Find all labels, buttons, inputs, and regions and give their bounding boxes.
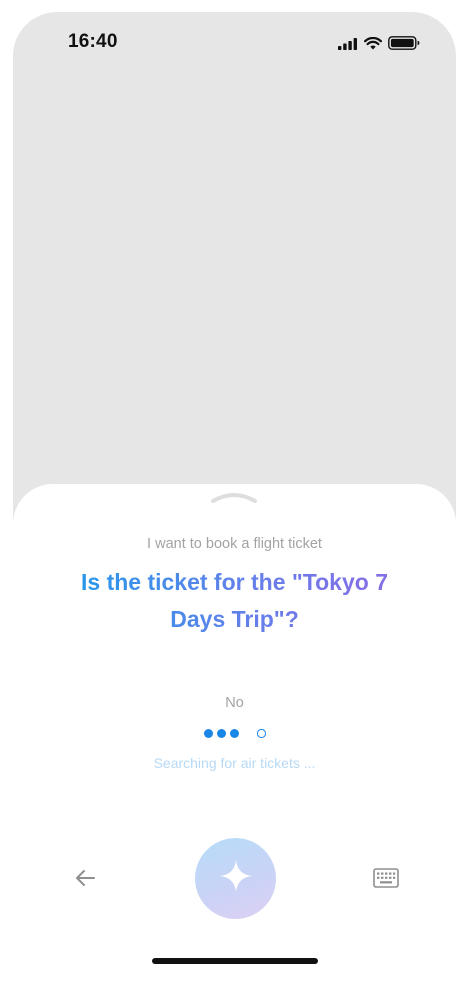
progress-dots xyxy=(204,728,274,740)
user-prompt: I want to book a flight ticket xyxy=(147,536,322,552)
user-answer: No xyxy=(225,695,244,711)
arrow-left-icon xyxy=(74,869,96,892)
sheet-handle[interactable] xyxy=(210,490,258,504)
search-status: Searching for air tickets ... xyxy=(153,755,316,771)
progress-dot-empty xyxy=(257,729,266,738)
assistant-question: Is the ticket for the "Tokyo 7 Days Trip… xyxy=(53,564,416,638)
progress-dot xyxy=(217,729,226,738)
status-time: 16:40 xyxy=(68,31,118,52)
cellular-signal-icon xyxy=(338,37,358,55)
home-indicator[interactable] xyxy=(152,958,318,964)
ai-assistant-button[interactable] xyxy=(195,838,276,919)
keyboard-icon xyxy=(373,867,399,893)
battery-icon xyxy=(388,36,420,55)
status-bar: 16:40 xyxy=(13,12,456,72)
phone-screen: 16:40 I want to book a flight ticket Is … xyxy=(13,12,456,983)
progress-dot xyxy=(204,729,213,738)
wifi-icon xyxy=(364,36,382,55)
status-icons xyxy=(338,36,420,55)
progress-dot xyxy=(230,729,239,738)
keyboard-button[interactable] xyxy=(371,865,401,895)
assistant-sheet: I want to book a flight ticket Is the ti… xyxy=(13,484,456,983)
back-button[interactable] xyxy=(71,866,99,894)
sparkle-icon xyxy=(219,859,253,898)
